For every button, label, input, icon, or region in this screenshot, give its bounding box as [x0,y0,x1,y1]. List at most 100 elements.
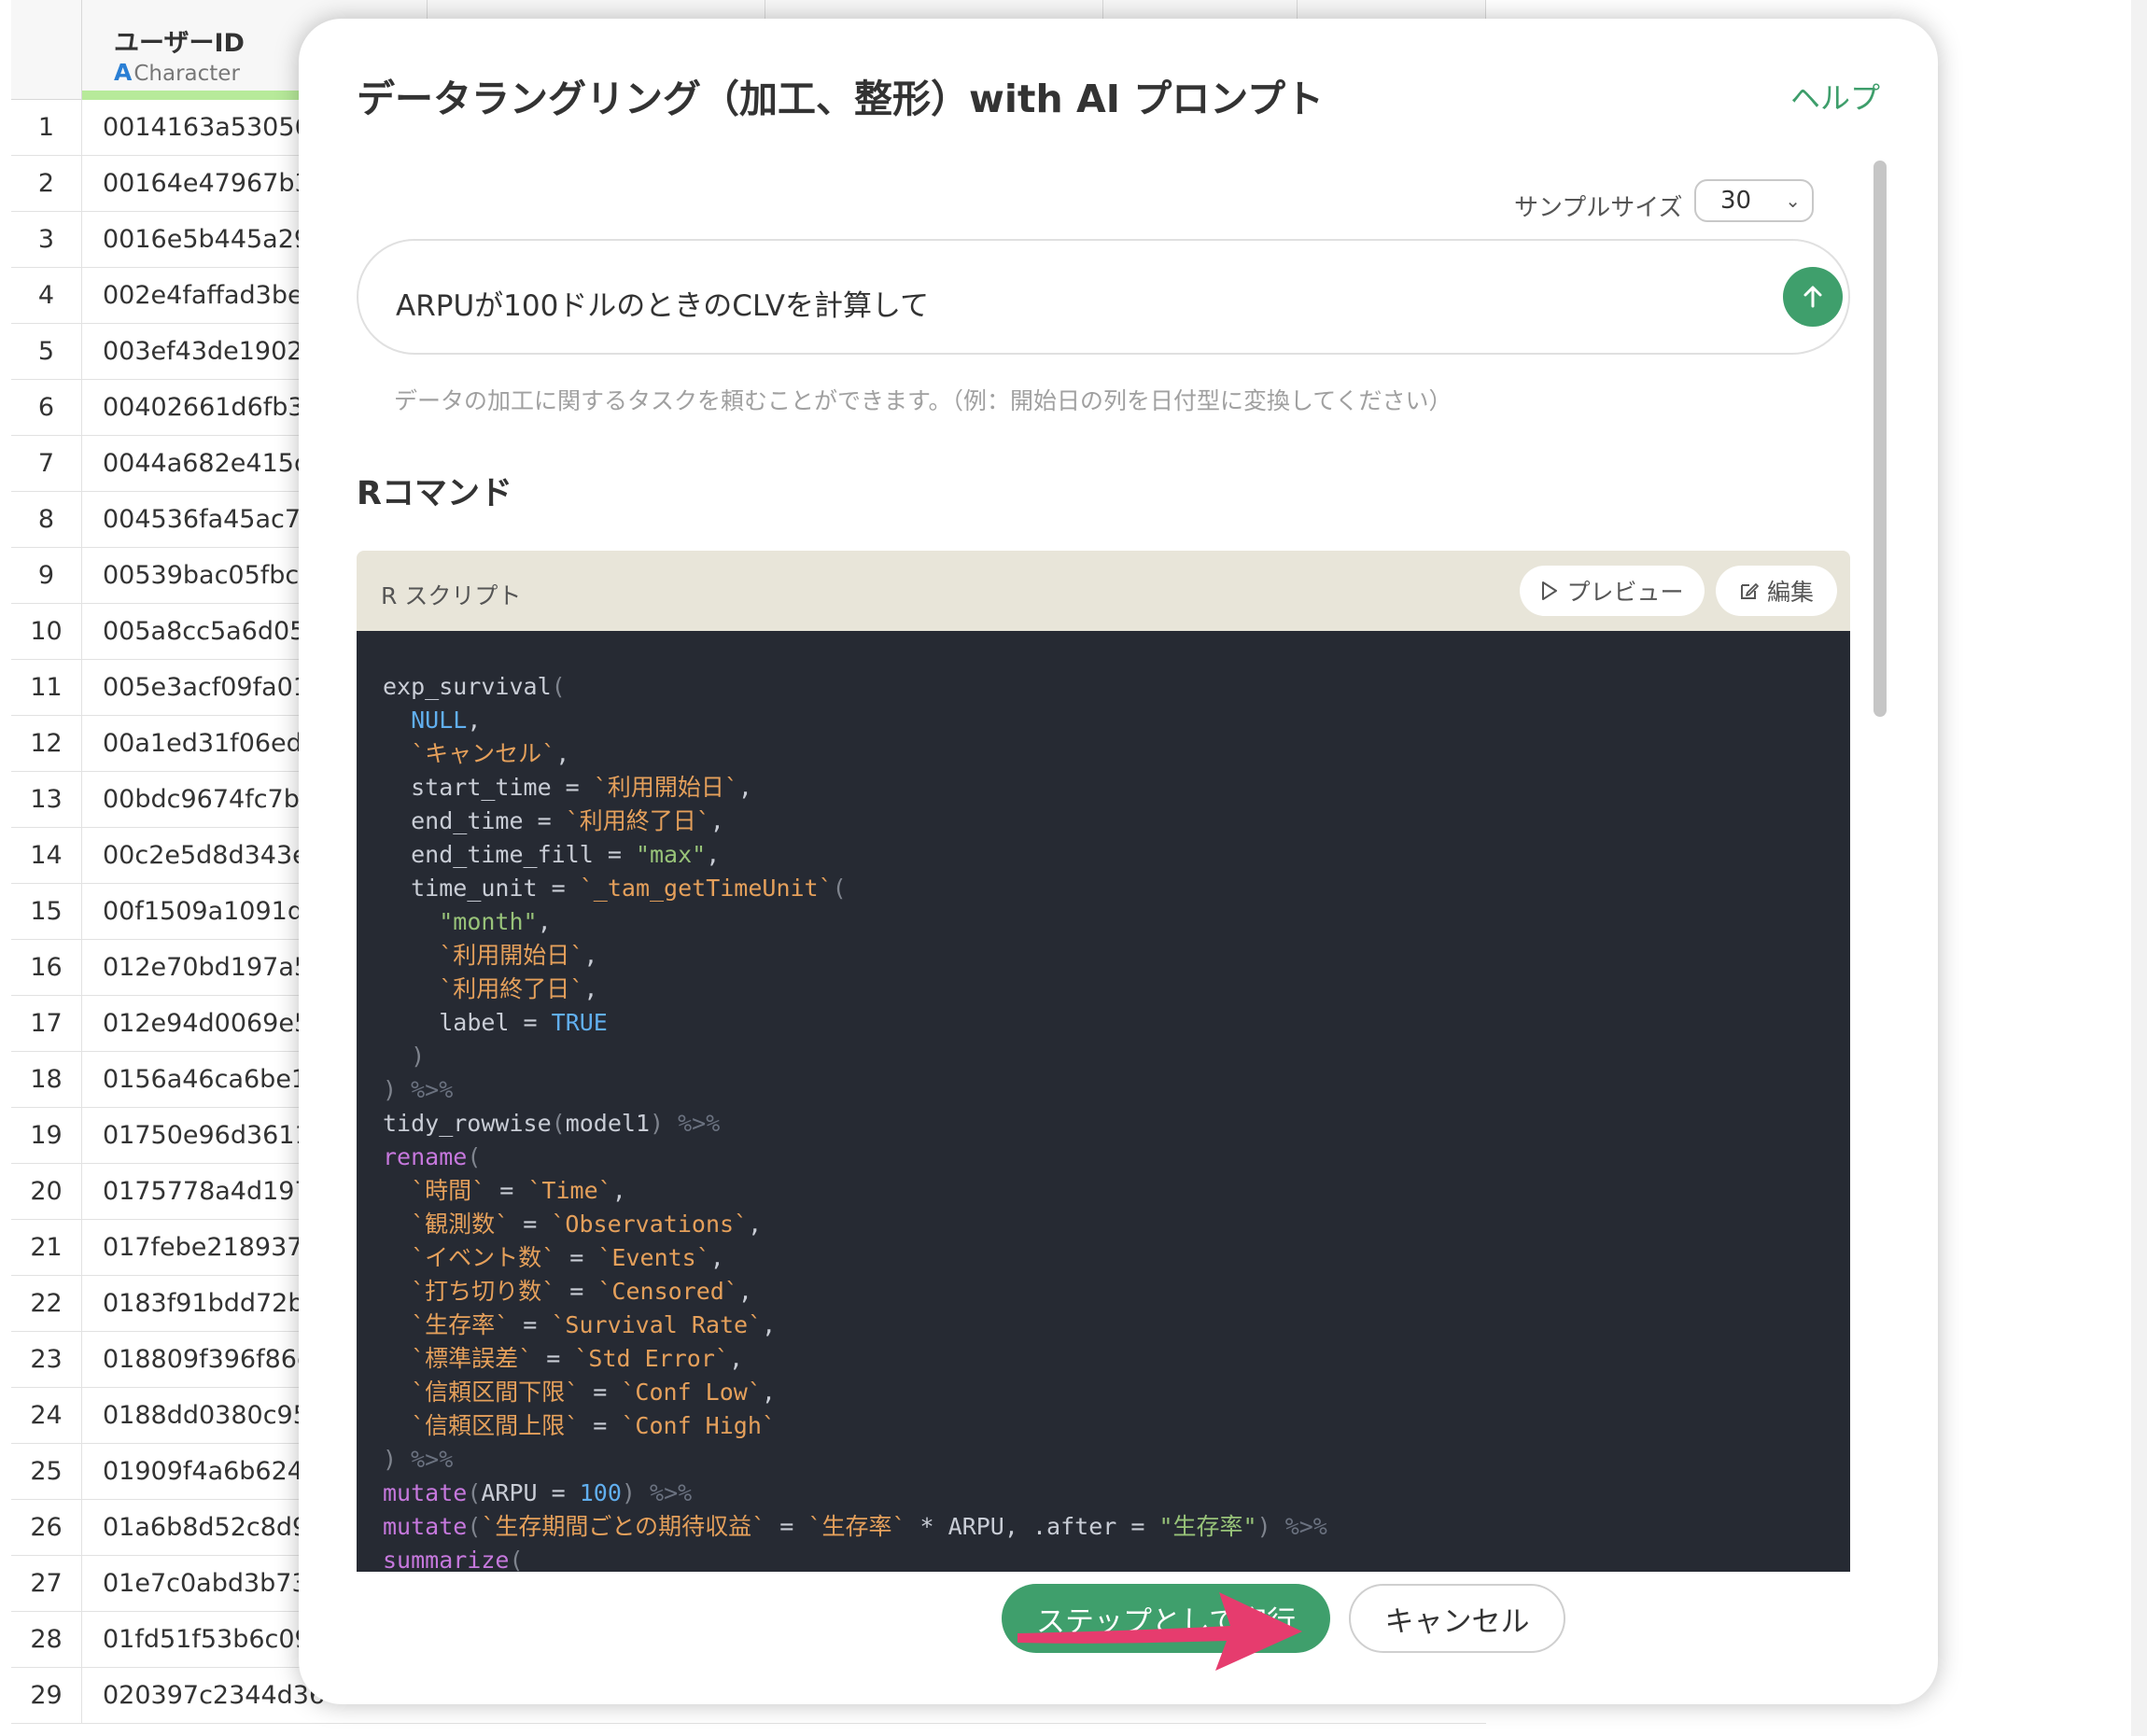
code-token: "month" [439,908,538,935]
code-token: NULL [411,707,468,734]
user-id-cell[interactable]: 0188dd0380c950 [103,1388,325,1444]
modal-scrollbar-thumb[interactable] [1873,161,1887,717]
user-id-cell[interactable]: 0183f91bdd72b4 [103,1276,320,1332]
user-id-cell[interactable]: 00164e47967b30 [103,156,327,212]
code-block: exp_survival( NULL, `キャンセル`, start_time … [383,673,1327,1572]
help-link[interactable]: ヘルプ [1790,75,1880,118]
code-token: `Observations` [551,1211,749,1238]
code-token: `標準誤差` [411,1345,533,1372]
code-token: exp_survival [383,673,552,700]
code-token: `Censored` [597,1278,738,1305]
user-id-cell[interactable]: 018809f396f86c8 [103,1332,327,1388]
user-id-cell[interactable]: 004536fa45ac76 [103,492,316,548]
column-type-label: Character [133,62,240,86]
row-number: 18 [11,1052,82,1108]
character-type-icon: A [114,59,133,86]
code-token: `利用終了日` [439,975,584,1002]
code-token: .after [1031,1513,1117,1540]
user-id-cell[interactable]: 00f1509a1091d7 [103,884,319,940]
user-id-cell[interactable]: 0014163a53056c [103,100,325,156]
preview-label: プレビュー [1566,579,1684,606]
arrow-up-icon [1803,286,1822,308]
user-id-cell[interactable]: 01fd51f53b6c094 [103,1612,327,1668]
user-id-cell[interactable]: 005a8cc5a6d05c [103,604,319,660]
user-id-cell[interactable]: 00c2e5d8d343e5 [103,828,324,884]
code-token: `Time` [527,1177,612,1204]
code-token: `利用開始日` [439,942,584,969]
user-id-cell[interactable]: 00539bac05fbc1 [103,548,315,604]
row-number: 9 [11,548,82,604]
r-script-panel: R スクリプト プレビュー 編集 exp_survival( NULL, `キャ… [357,551,1850,1572]
user-id-cell[interactable]: 012e70bd197a5f [103,940,319,996]
r-command-title: Rコマンド [357,475,512,512]
user-id-cell[interactable]: 017febe2189371 [103,1220,319,1276]
row-number: 21 [11,1220,82,1276]
code-token: `信頼区間下限` [411,1379,580,1406]
code-token: ARPU [481,1479,538,1506]
row-number: 26 [11,1500,82,1556]
row-number: 28 [11,1612,82,1668]
user-id-cell[interactable]: 00402661d6fb30 [103,380,320,436]
modal-scroll-area[interactable]: サンプルサイズ 30 ⌄ ARPUが100ドルのときのCLVを計算して データの… [299,144,1938,1572]
code-token: "max" [635,841,707,868]
user-id-cell[interactable]: 0044a682e415ca [103,436,323,492]
code-token: `Conf High` [621,1412,776,1439]
code-token: `生存率` [807,1513,906,1540]
user-id-cell[interactable]: 01a6b8d52c8d96 [103,1500,324,1556]
cancel-button[interactable]: キャンセル [1349,1584,1565,1653]
code-token: %>% [650,1479,693,1506]
code-token: `打ち切り数` [411,1278,556,1305]
user-id-cell[interactable]: 0175778a4d1974 [103,1164,327,1220]
row-number: 25 [11,1444,82,1500]
code-token: end_time [411,807,524,834]
code-token: `生存期間ごとの期待収益` [481,1513,766,1540]
prompt-input[interactable]: ARPUが100ドルのときのCLVを計算して [357,239,1850,355]
user-id-cell[interactable]: 003ef43de19023 [103,324,319,380]
code-token: label [439,1009,510,1036]
send-button[interactable] [1783,267,1843,327]
edit-button[interactable]: 編集 [1716,566,1837,616]
code-token: end_time_fill [411,841,594,868]
edit-label: 編集 [1766,579,1814,606]
sample-size-select[interactable]: 30 ⌄ [1694,179,1814,222]
row-number: 14 [11,828,82,884]
code-token: `利用終了日` [565,807,710,834]
user-id-cell[interactable]: 012e94d0069e5c [103,996,324,1052]
row-number: 29 [11,1668,82,1724]
code-token: mutate [383,1513,468,1540]
play-icon [1542,581,1558,600]
row-number: 13 [11,772,82,828]
user-id-cell[interactable]: 00a1ed31f06ed6 [103,716,318,772]
code-token: `Survival Rate` [551,1311,763,1338]
row-number: 8 [11,492,82,548]
row-number: 4 [11,268,82,324]
user-id-cell[interactable]: 002e4faffad3be6 [103,268,319,324]
ai-prompt-modal: データラングリング（加工、整形）with AI プロンプト ヘルプ サンプルサイ… [299,19,1938,1704]
code-token: %>% [678,1110,721,1137]
r-script-header: R スクリプト プレビュー 編集 [357,551,1850,631]
row-number: 2 [11,156,82,212]
code-token: 100 [579,1479,622,1506]
user-id-cell[interactable]: 01909f4a6b6245 [103,1444,319,1500]
user-id-cell[interactable]: 00bdc9674fc7b4 [103,772,316,828]
user-id-cell[interactable]: 005e3acf09fa016 [103,660,325,716]
user-id-cell[interactable]: 01e7c0abd3b732 [103,1556,324,1612]
r-script-code[interactable]: exp_survival( NULL, `キャンセル`, start_time … [357,631,1850,1572]
user-id-cell[interactable]: 0156a46ca6be1b [103,1052,323,1108]
code-token: "生存率" [1158,1513,1257,1540]
page-right-edge [2131,0,2147,1736]
user-id-cell[interactable]: 0016e5b445a29e [103,212,326,268]
user-id-cell[interactable]: 020397c2344d36 [103,1668,325,1724]
code-token: %>% [411,1446,454,1473]
row-number: 12 [11,716,82,772]
preview-button[interactable]: プレビュー [1520,566,1705,616]
row-number-header [11,0,82,100]
row-number: 7 [11,436,82,492]
prompt-text: ARPUが100ドルのときのCLVを計算して [396,289,930,323]
code-token: %>% [1284,1513,1327,1540]
user-id-cell[interactable]: 01750e96d36110 [103,1108,327,1164]
pink-arrow-annotation [1017,1592,1302,1671]
row-number: 15 [11,884,82,940]
row-number: 6 [11,380,82,436]
prompt-hint: データの加工に関するタスクを頼むことができます。（例：開始日の列を日付型に変換し… [394,387,1452,414]
